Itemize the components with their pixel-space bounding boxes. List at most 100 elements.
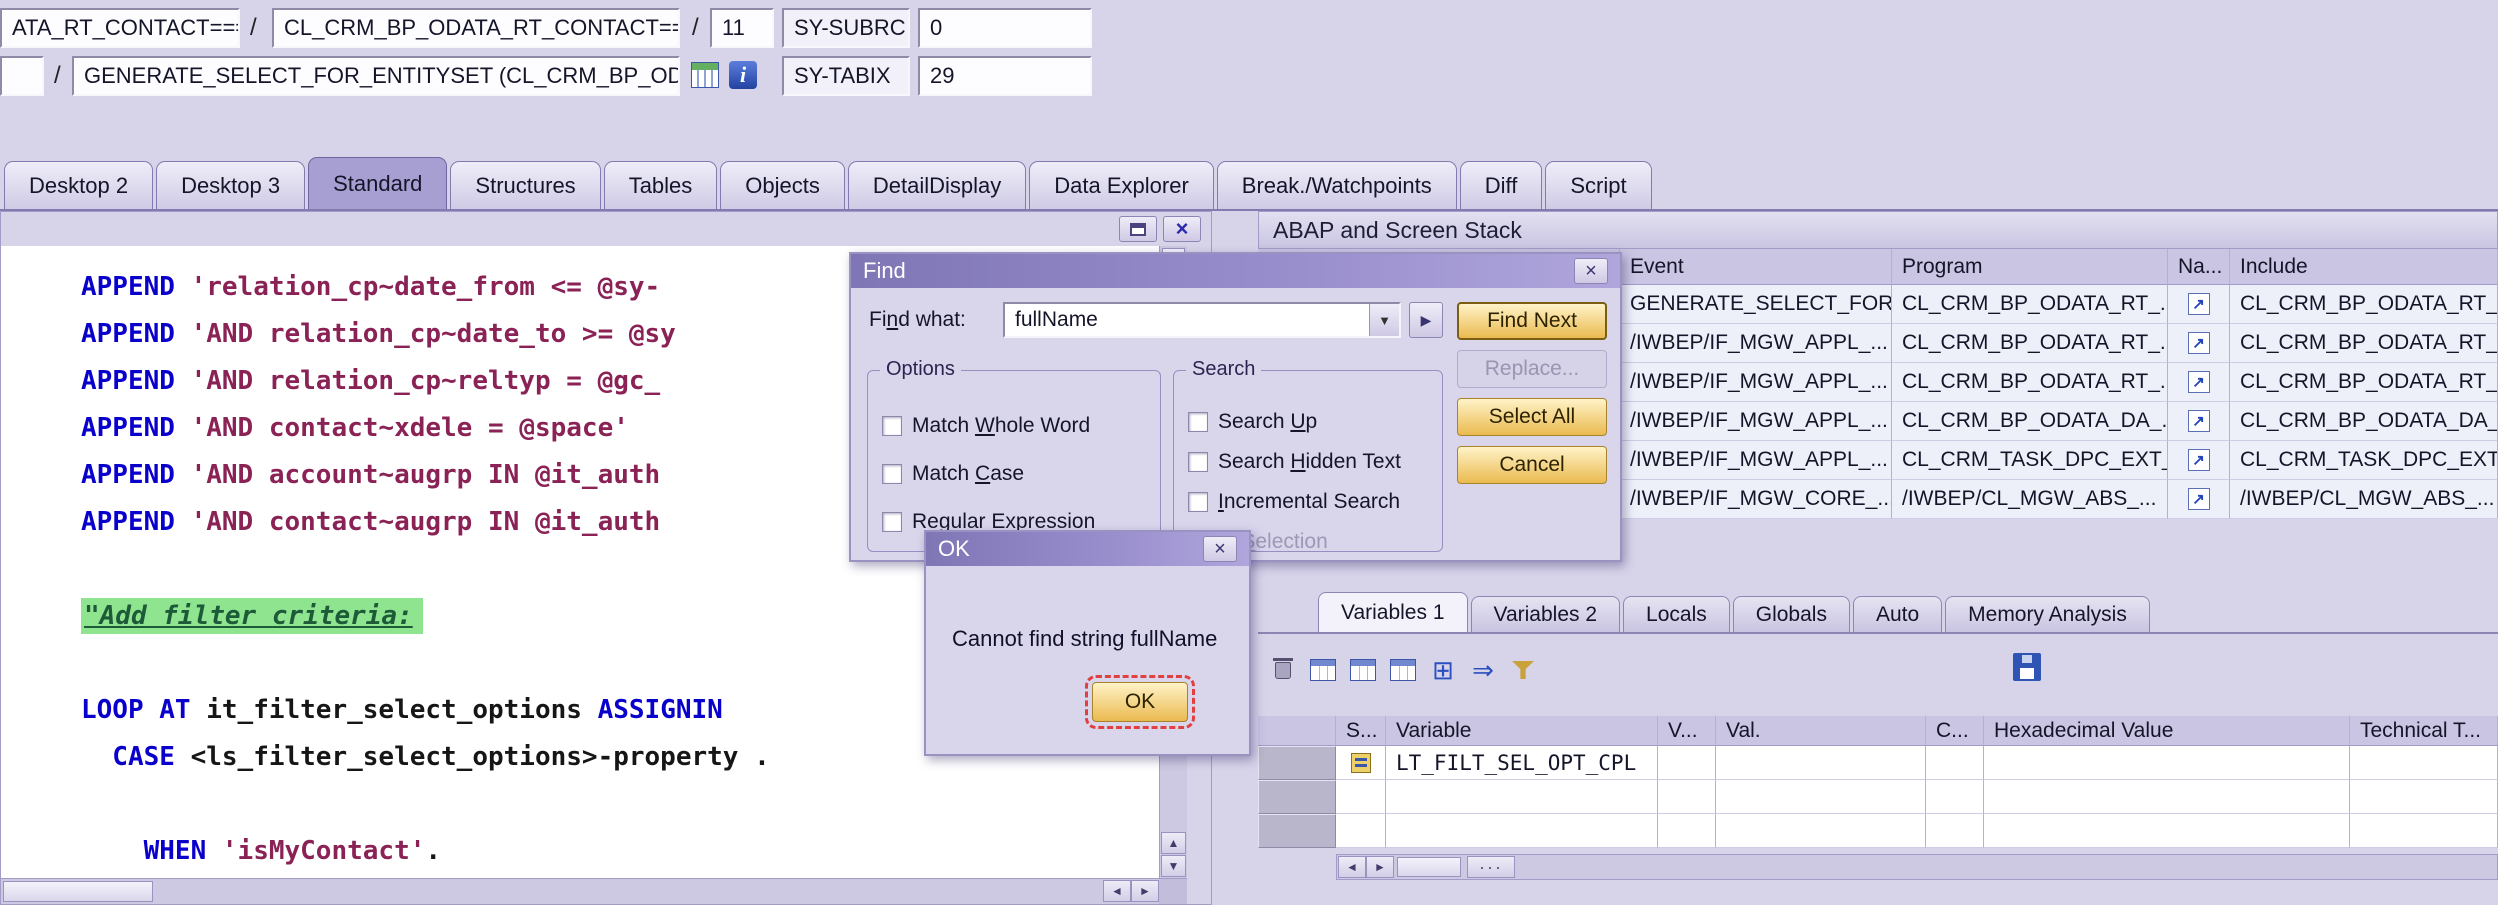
stack-cell: CL_CRM_BP_ODATA_RT_... (2230, 285, 2498, 324)
window-close-button[interactable]: × (1163, 216, 1201, 242)
expression-arrow-button[interactable]: ▶ (1409, 302, 1443, 338)
table-columns-icon[interactable] (1386, 653, 1420, 687)
tab-variables-1[interactable]: Variables 1 (1318, 592, 1468, 632)
sap-debugger-window: ATA_RT_CONTACT===.. / CL_CRM_BP_ODATA_RT… (0, 0, 2498, 905)
services-icon-glyph (691, 62, 719, 88)
checkbox-box (882, 416, 902, 436)
table-insert-icon[interactable] (1346, 653, 1380, 687)
sy-tabix-label-field[interactable]: SY-TABIX (782, 56, 910, 96)
variable-row[interactable] (1258, 814, 2498, 848)
navigate-include-icon[interactable]: ↗ (2187, 488, 2210, 510)
tab-desktop-3[interactable]: Desktop 3 (156, 161, 306, 209)
scroll-up-icon[interactable]: ▲ (1161, 832, 1186, 854)
tab-script[interactable]: Script (1545, 161, 1652, 209)
scroll-right-icon[interactable]: ► (1131, 880, 1159, 902)
select-all-button[interactable]: Select All (1457, 398, 1607, 436)
row-selector[interactable] (1258, 814, 1336, 848)
vars-col-variable: Variable (1386, 716, 1658, 746)
variable-row[interactable]: LT_FILT_SEL_OPT_CPL (1258, 746, 2498, 780)
row-selector[interactable] (1258, 780, 1336, 814)
checkbox-match-whole-word[interactable]: Match Whole Word (882, 405, 1160, 447)
checkbox-incremental-search[interactable]: Incremental Search (1188, 485, 1442, 519)
desktop-tabstrip: Desktop 2 Desktop 3 Standard Structures Tabl… (0, 155, 2498, 211)
class-field-1[interactable]: ATA_RT_CONTACT===.. (0, 8, 240, 48)
info-icon[interactable]: i (726, 58, 760, 92)
tab-globals[interactable]: Globals (1732, 596, 1850, 632)
tab-locals[interactable]: Locals (1623, 596, 1730, 632)
variables-table: S... Variable V... Val. C... Hexadecimal Valu… (1258, 716, 2498, 848)
tab-structures[interactable]: Structures (450, 161, 601, 209)
tab-desktop-2[interactable]: Desktop 2 (4, 161, 154, 209)
window-restore-button[interactable] (1119, 216, 1157, 242)
empty-field[interactable] (0, 56, 44, 96)
close-icon[interactable]: × (1203, 536, 1237, 562)
code-line: WHEN 'isMyContact'. (143, 836, 442, 866)
checkbox-match-case[interactable]: Match Case (882, 453, 1160, 495)
save-icon[interactable] (2010, 650, 2044, 684)
find-dialog-titlebar[interactable]: Find × (851, 254, 1620, 288)
transfer-icon[interactable]: ⇒ (1466, 653, 1500, 687)
path-separator: / (250, 14, 257, 41)
tab-objects[interactable]: Objects (720, 161, 845, 209)
sy-subrc-value-field[interactable]: 0 (918, 8, 1092, 48)
table-edit-icon[interactable] (1306, 653, 1340, 687)
tab-variables-2[interactable]: Variables 2 (1470, 596, 1621, 632)
splitter-grip[interactable]: ··· (1467, 856, 1515, 878)
stack-cell-navigate: ↗ (2168, 363, 2230, 402)
tab-detaildisplay[interactable]: DetailDisplay (847, 161, 1027, 209)
sy-subrc-label-field[interactable]: SY-SUBRC (782, 8, 910, 48)
scroll-left-icon[interactable]: ◄ (1103, 880, 1131, 902)
checkbox-box (1188, 452, 1208, 472)
checkbox-box (1188, 492, 1208, 512)
services-icon[interactable] (688, 58, 722, 92)
checkbox-box (882, 512, 902, 532)
vars-cell (2350, 780, 2498, 814)
ok-button[interactable]: OK (1085, 675, 1195, 729)
chevron-down-icon[interactable]: ▼ (1369, 304, 1399, 336)
tab-auto[interactable]: Auto (1852, 596, 1943, 632)
event-field[interactable]: GENERATE_SELECT_FOR_ENTITYSET (CL_CRM_BP… (72, 56, 680, 96)
tab-memory-analysis[interactable]: Memory Analysis (1945, 596, 2150, 632)
vars-cell (1926, 780, 1984, 814)
find-dialog-title: Find (863, 258, 906, 283)
tab-data-explorer[interactable]: Data Explorer (1029, 161, 1214, 209)
checkbox-search-hidden-text[interactable]: Search Hidden Text (1188, 445, 1442, 479)
find-next-button[interactable]: Find Next (1457, 302, 1607, 340)
tab-diff[interactable]: Diff (1459, 161, 1543, 209)
vars-col-technical-t: Technical T... (2350, 716, 2498, 746)
checkbox-search-up[interactable]: Search Up (1188, 405, 1442, 439)
scroll-left-icon[interactable]: ◄ (1338, 856, 1366, 878)
row-selector[interactable] (1258, 746, 1336, 780)
tab-break-watchpoints[interactable]: Break./Watchpoints (1216, 161, 1457, 209)
delete-icon[interactable] (1266, 653, 1300, 687)
ok-dialog-title: OK (938, 536, 970, 561)
stack-cell: CL_CRM_BP_ODATA_DA_... (2230, 402, 2498, 441)
navigate-include-icon[interactable]: ↗ (2187, 332, 2210, 354)
cancel-button[interactable]: Cancel (1457, 446, 1607, 484)
hscroll-thumb[interactable] (3, 881, 153, 902)
code-horizontal-scrollbar[interactable]: ◄ ► (1, 878, 1187, 904)
scroll-down-icon[interactable]: ▼ (1161, 855, 1186, 877)
find-dialog: Find × Find what: fullName ▼ ▶ Options M… (849, 252, 1622, 562)
line-number-field[interactable]: 11 (710, 8, 774, 48)
class-field-2[interactable]: CL_CRM_BP_ODATA_RT_CONTACT===.. (272, 8, 680, 48)
variable-row[interactable] (1258, 780, 2498, 814)
tab-tables[interactable]: Tables (603, 161, 718, 209)
vars-cell (1926, 814, 1984, 848)
navigate-include-icon[interactable]: ↗ (2187, 293, 2210, 315)
navigate-include-icon[interactable]: ↗ (2187, 371, 2210, 393)
ok-dialog-titlebar[interactable]: OK × (926, 532, 1249, 566)
stack-cell: CL_CRM_TASK_DPC_EXT_... (2230, 441, 2498, 480)
variables-horizontal-scrollbar[interactable]: ◄ ► ··· (1336, 854, 2498, 880)
hscroll-thumb[interactable] (1397, 857, 1461, 877)
scroll-right-icon[interactable]: ► (1366, 856, 1394, 878)
layout-icon[interactable]: ⊞ (1426, 653, 1460, 687)
replace-button: Replace... (1457, 350, 1607, 388)
navigate-include-icon[interactable]: ↗ (2187, 410, 2210, 432)
sy-tabix-value-field[interactable]: 29 (918, 56, 1092, 96)
tab-standard[interactable]: Standard (308, 157, 448, 209)
close-icon[interactable]: × (1574, 258, 1608, 284)
find-what-combobox[interactable]: fullName ▼ (1003, 302, 1401, 338)
filter-icon[interactable] (1506, 653, 1540, 687)
navigate-include-icon[interactable]: ↗ (2187, 449, 2210, 471)
